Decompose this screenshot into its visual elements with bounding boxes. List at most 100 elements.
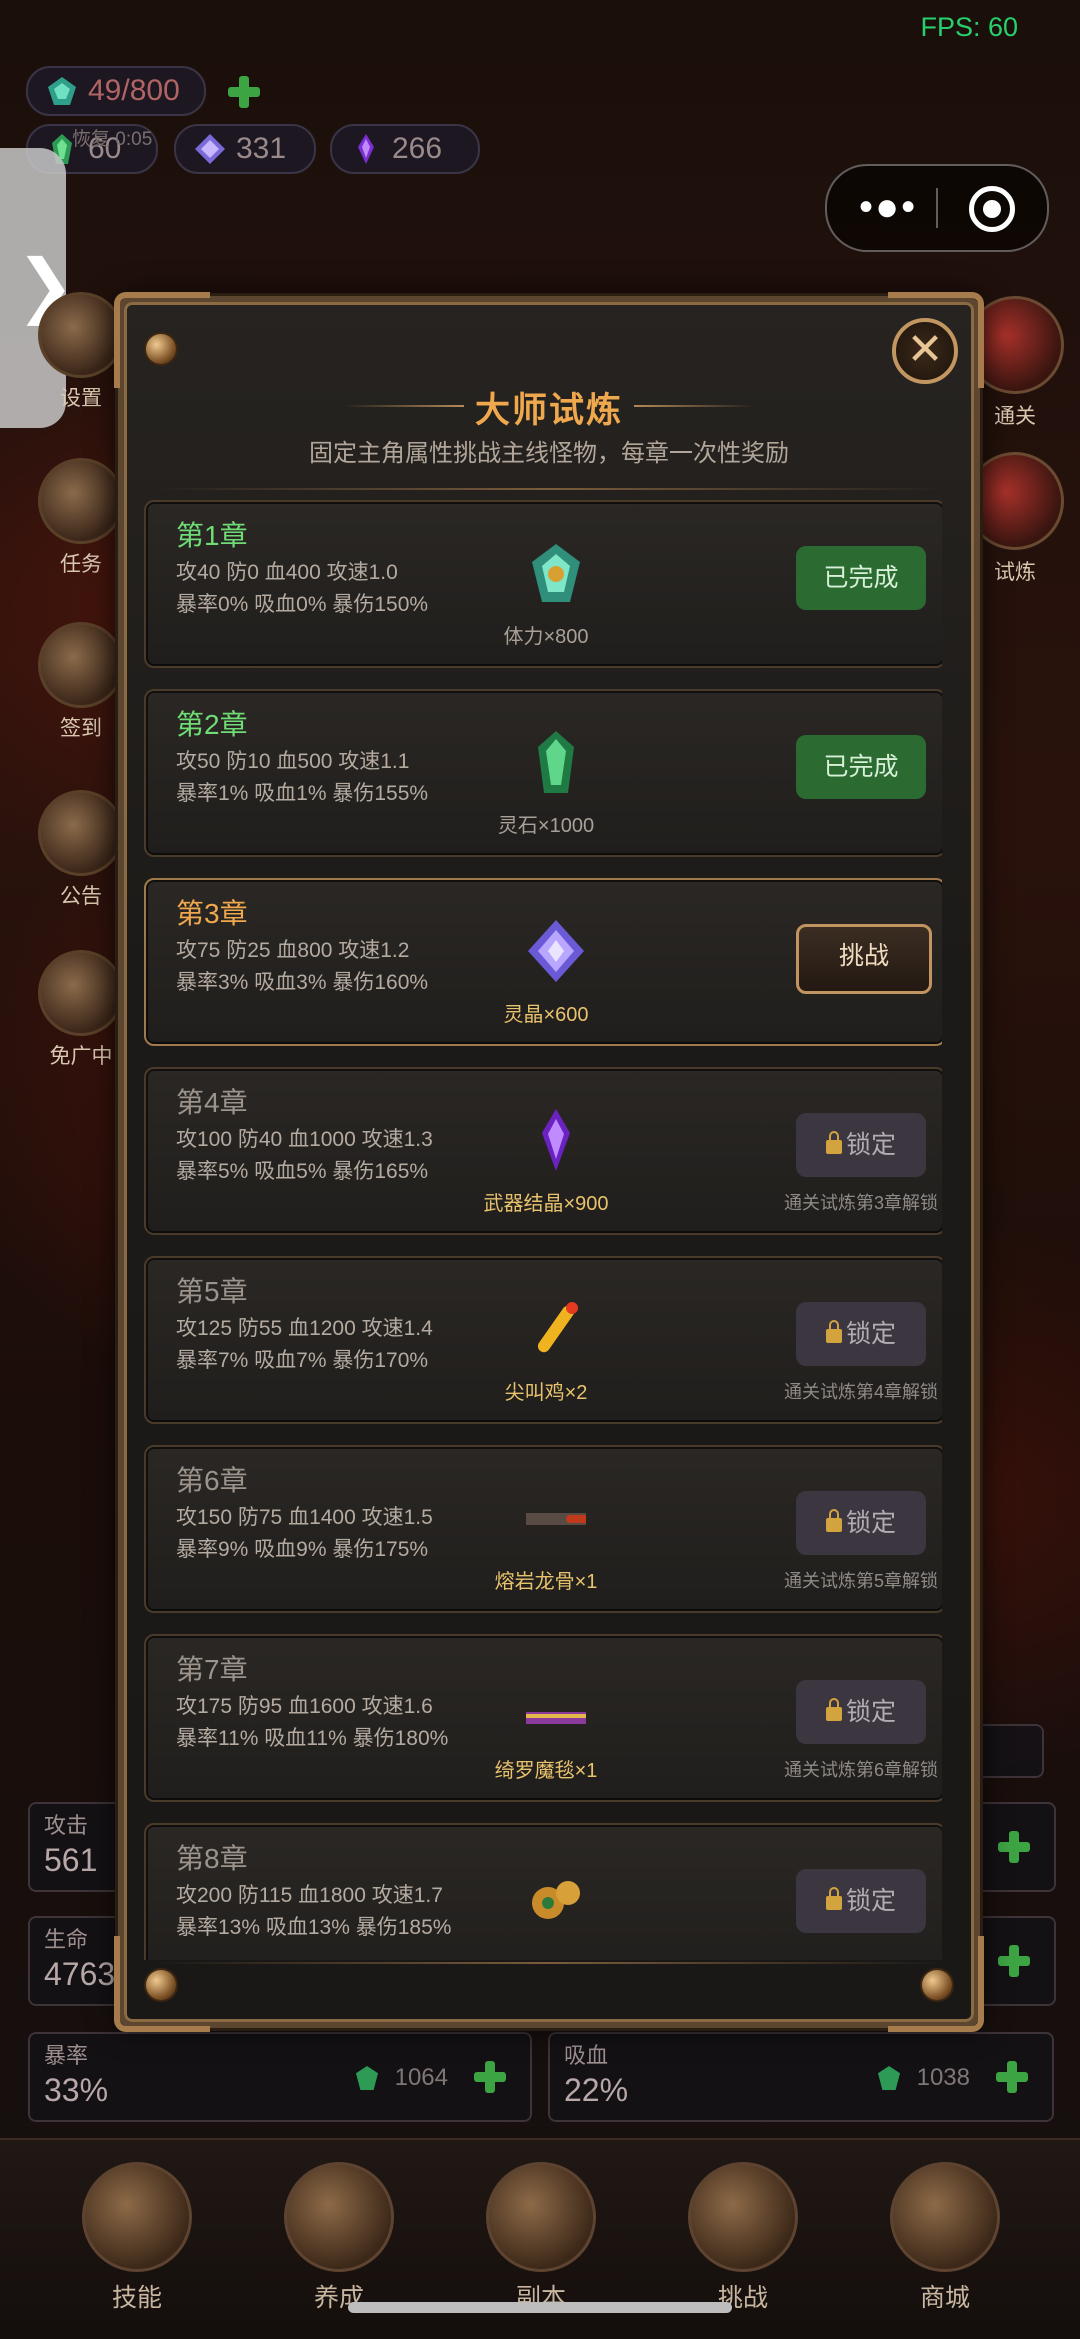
fps-counter: FPS: 60: [920, 12, 1018, 42]
golden-gourd-icon: [526, 1863, 586, 1929]
enemy-stats-line1: 攻100 防40 血1000 攻速1.3: [176, 1128, 433, 1151]
spirit-stone-icon: [526, 729, 586, 795]
reward-label: 武器结晶×900: [483, 1193, 609, 1215]
enemy-stats-line1: 攻40 防0 血400 攻速1.0: [176, 561, 398, 584]
chapter-title: 第3章: [176, 898, 248, 929]
chapter-card: 第6章攻150 防75 血1400 攻速1.5 暴率9% 吸血9% 暴伤175% 熔…: [144, 1445, 942, 1613]
enemy-stats-line1: 攻150 防75 血1400 攻速1.5: [176, 1506, 433, 1529]
lock-icon: [825, 1320, 842, 1343]
locked-button: 锁定: [796, 1113, 926, 1177]
close-icon[interactable]: ✕: [892, 318, 958, 384]
blue-crystal-pill[interactable]: 331: [174, 124, 316, 174]
enemy-stats-line1: 攻75 防25 血800 攻速1.2: [176, 939, 410, 962]
lock-icon: [825, 1698, 842, 1721]
enemy-stats-line2: 暴率7% 吸血7% 暴伤170%: [176, 1349, 429, 1372]
blue-crystal-icon: [195, 134, 225, 164]
challenge-button[interactable]: 挑战: [796, 924, 932, 994]
purple-crystal-icon: [358, 134, 374, 164]
chapter-card: 第2章 攻50 防10 血500 攻速1.1 暴率1% 吸血1% 暴伤155% 灵石×…: [144, 689, 942, 857]
home-indicator[interactable]: [348, 2302, 732, 2313]
lock-icon: [825, 1509, 842, 1532]
lock-icon: [825, 1887, 842, 1910]
locked-button: 锁定: [796, 1680, 926, 1744]
spirit-stone-icon: [356, 2066, 378, 2090]
chapter-title: 第7章: [176, 1654, 248, 1685]
lock-icon: [825, 1131, 842, 1154]
divider: [154, 1962, 944, 1964]
modal-title: 大师试炼: [474, 391, 623, 430]
reward-label: 灵石×1000: [497, 815, 595, 837]
add-stamina-plus-icon[interactable]: [226, 74, 262, 110]
reward-label: 熔岩龙骨×1: [494, 1571, 598, 1593]
enemy-stats-line1: 攻200 防115 血1800 攻速1.7: [176, 1884, 443, 1907]
locked-button: 锁定: [796, 1869, 926, 1933]
unlock-hint: 通关试炼第4章解锁: [783, 1382, 938, 1402]
upgrade-crit-plus-icon[interactable]: [472, 2059, 508, 2095]
lava-dragon-bone-icon: [506, 1485, 606, 1551]
challenge-shield-icon: [688, 2162, 798, 2272]
reward-label: 体力×800: [503, 626, 589, 648]
capsule-divider: [936, 188, 938, 228]
purple-crystal-pill[interactable]: 266: [330, 124, 480, 174]
unlock-hint: 通关试炼第3章解锁: [783, 1193, 938, 1213]
treasure-chest-icon: [890, 2162, 1000, 2272]
stamina-pill[interactable]: 49/800: [26, 66, 206, 116]
chapter-title: 第6章: [176, 1465, 248, 1496]
magic-carpet-icon: [512, 1674, 600, 1740]
close-miniprogram-icon[interactable]: [969, 186, 1015, 232]
reward-label: 灵晶×600: [503, 1004, 589, 1026]
chapter-card: 第4章 攻100 防40 血1000 攻速1.3 暴率5% 吸血5% 暴伤165% 武…: [144, 1067, 942, 1235]
modal-subtitle: 固定主角属性挑战主线怪物，每章一次性奖励: [309, 440, 789, 467]
stat-crit-rate: 暴率 33% 1064: [28, 2032, 532, 2122]
no-ads-icon: [38, 950, 124, 1036]
enemy-stats-line2: 暴率9% 吸血9% 暴伤175%: [176, 1538, 429, 1561]
chapter-title: 第1章: [176, 520, 248, 551]
sword-icon: [284, 2162, 394, 2272]
divider: [154, 488, 944, 490]
chapter-card: 第5章攻125 防55 血1200 攻速1.4 暴率7% 吸血7% 暴伤170% 尖…: [144, 1256, 942, 1424]
reward-label: 绮罗魔毯×1: [494, 1760, 598, 1782]
upgrade-plus-icon[interactable]: [996, 1943, 1032, 1979]
more-menu-icon[interactable]: •●•: [859, 187, 917, 227]
scroll-icon: [38, 458, 124, 544]
purple-crystal-value: 266: [392, 132, 443, 165]
chapter-card: 第7章攻175 防95 血1600 攻速1.6 暴率11% 吸血11% 暴伤180…: [144, 1634, 942, 1802]
chapter-card: 第1章攻40 防0 血400 攻速1.0 暴率0% 吸血0% 暴伤150% 体力×8…: [144, 500, 942, 668]
reward-label: 尖叫鸡×2: [504, 1382, 588, 1404]
weapon-crystal-icon: [526, 1107, 586, 1173]
enemy-stats-line2: 暴率3% 吸血3% 暴伤160%: [176, 971, 429, 994]
nav-shop[interactable]: 商城: [880, 2162, 1010, 2314]
unlock-hint: 通关试炼第5章解锁: [783, 1571, 938, 1591]
enemy-stats-line1: 攻175 防95 血1600 攻速1.6: [176, 1695, 433, 1718]
frame-stud: [144, 332, 178, 366]
enemy-stats-line2: 暴率0% 吸血0% 暴伤150%: [176, 593, 429, 616]
dungeon-icon: [486, 2162, 596, 2272]
nav-challenge[interactable]: 挑战: [678, 2162, 808, 2314]
stamina-gem-icon: [526, 540, 586, 606]
chapter-title: 第8章: [176, 1843, 248, 1874]
completed-button: 已完成: [796, 546, 926, 610]
recover-timer: 恢复 0:05: [72, 129, 153, 150]
chapter-card: 第3章攻75 防25 血800 攻速1.2 暴率3% 吸血3% 暴伤160% 灵晶×…: [144, 878, 942, 1046]
nav-skills[interactable]: 技能: [72, 2162, 202, 2314]
spirit-crystal-icon: [526, 918, 586, 984]
enemy-stats-line2: 暴率13% 吸血13% 暴伤185%: [176, 1916, 452, 1939]
chapter-title: 第5章: [176, 1276, 248, 1307]
chapter-list[interactable]: 第1章攻40 防0 血400 攻速1.0 暴率0% 吸血0% 暴伤150% 体力×8…: [144, 500, 942, 1960]
enemy-stats-line1: 攻125 防55 血1200 攻速1.4: [176, 1317, 433, 1340]
title-ornament-right: [634, 405, 754, 407]
upgrade-lifesteal-plus-icon[interactable]: [994, 2059, 1030, 2095]
locked-button: 锁定: [796, 1491, 926, 1555]
frame-stud: [144, 1968, 178, 2002]
notice-board-icon: [38, 790, 124, 876]
miniprogram-capsule: •●•: [825, 164, 1049, 252]
nav-develop[interactable]: 养成: [274, 2162, 404, 2314]
enemy-stats-line2: 暴率11% 吸血11% 暴伤180%: [176, 1727, 449, 1750]
chapter-title: 第2章: [176, 709, 248, 740]
master-trial-modal: ✕ 大师试炼 固定主角属性挑战主线怪物，每章一次性奖励 第1章攻40 防0 血4…: [114, 292, 984, 2032]
blue-crystal-value: 331: [236, 132, 287, 165]
upgrade-plus-icon[interactable]: [996, 1829, 1032, 1865]
stat-lifesteal: 吸血 22% 1038: [548, 2032, 1054, 2122]
enemy-stats-line2: 暴率1% 吸血1% 暴伤155%: [176, 782, 429, 805]
nav-dungeon[interactable]: 副本: [476, 2162, 606, 2314]
